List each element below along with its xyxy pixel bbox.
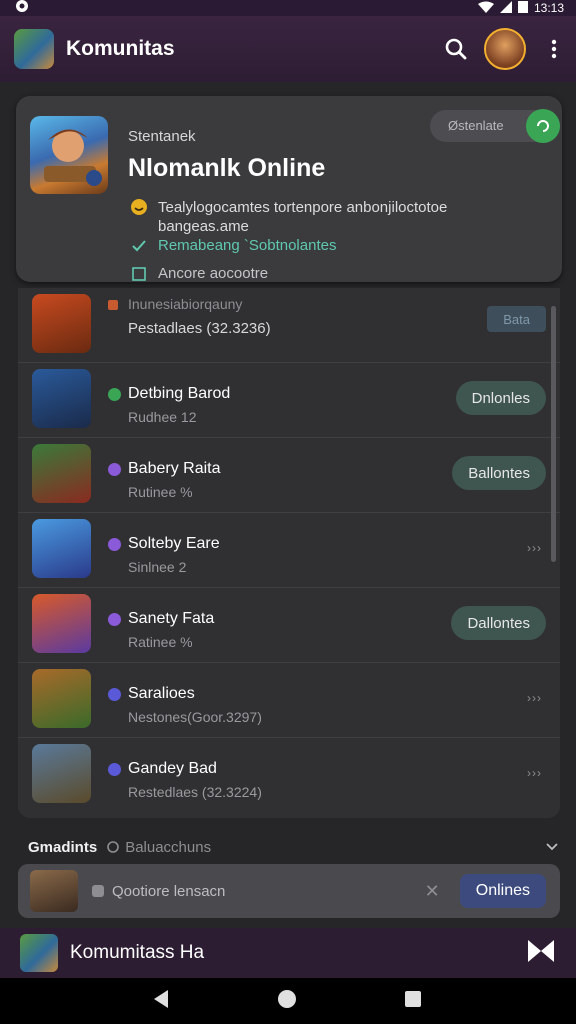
game-subtitle: Nestones(Goor.3297): [128, 709, 262, 725]
game-image: [32, 669, 91, 728]
search-icon: [445, 38, 467, 60]
list-item[interactable]: Gandey Bad Restedlaes (32.3224) ›››: [18, 738, 560, 813]
list-item[interactable]: Solteby Eare Sinlnee 2 ›››: [18, 513, 560, 588]
game-subtitle: Sinlnee 2: [128, 559, 187, 575]
game-image: [32, 294, 91, 353]
more-vert-icon: [551, 39, 557, 59]
app-logo[interactable]: [14, 29, 54, 69]
smile-icon: [130, 198, 148, 216]
chevron-down-icon[interactable]: [546, 838, 558, 855]
featured-action-line[interactable]: Ancore aocootre: [130, 265, 268, 283]
featured-status-line: Remabeang `Sobtnolantes: [130, 237, 336, 255]
game-name: Saralioes: [128, 685, 195, 702]
game-name: Solteby Eare: [128, 535, 220, 552]
list-item[interactable]: Sanety Fata Ratinee % Dallontes: [18, 588, 560, 663]
game-name: Inunesiabiorqauny: [128, 296, 243, 312]
game-action-button[interactable]: Dallontes: [451, 606, 546, 640]
page-title: Komunitas: [66, 37, 175, 60]
game-name: Detbing Barod: [128, 385, 231, 402]
status-toggle-label: Østenlate: [448, 118, 504, 133]
badge-icon: [92, 885, 104, 897]
game-list: Inunesiabiorqauny Pestadlaes (32.3236) B…: [18, 288, 560, 818]
game-image: [32, 744, 91, 803]
status-dot: [108, 300, 118, 310]
banner-text: Qootiore lensacn: [112, 882, 226, 900]
scrollbar[interactable]: [551, 306, 556, 562]
info-icon: [107, 841, 119, 853]
status-toggle[interactable]: Østenlate: [430, 109, 560, 143]
refresh-icon: [526, 109, 560, 143]
featured-game-card[interactable]: Stentanek Nlomanlk Online Østenlate Teal…: [16, 96, 562, 282]
recents-icon[interactable]: [404, 990, 422, 1013]
game-image: [32, 369, 91, 428]
status-dot: [108, 388, 121, 401]
more-options-button[interactable]: [532, 27, 576, 71]
status-dot: [108, 613, 121, 626]
featured-title: Nlomanlk Online: [128, 154, 326, 182]
game-name: Gandey Bad: [128, 760, 217, 777]
user-avatar[interactable]: [484, 28, 526, 70]
app-bar: Komunitas: [0, 16, 576, 82]
battery-icon: [517, 0, 528, 16]
game-image: [32, 594, 91, 653]
list-item[interactable]: Inunesiabiorqauny Pestadlaes (32.3236) B…: [18, 288, 560, 363]
square-icon: [130, 265, 148, 283]
section-title: Gmadints: [28, 838, 98, 856]
status-dot: [108, 463, 121, 476]
game-image: [32, 519, 91, 578]
more-icon[interactable]: ›››: [527, 541, 542, 555]
check-icon: [130, 237, 148, 255]
game-action-button[interactable]: Bata: [487, 306, 546, 332]
search-button[interactable]: [434, 27, 478, 71]
banner-action-button[interactable]: Onlines: [459, 874, 546, 908]
game-name: Babery Raita: [128, 460, 221, 477]
section-subtitle: Baluacchuns: [125, 838, 212, 856]
game-subtitle: Rudhee 12: [128, 409, 197, 425]
status-bar: 13:13: [0, 0, 576, 16]
featured-eyebrow: Stentanek: [128, 128, 196, 145]
game-action-button[interactable]: Ballontes: [452, 456, 546, 490]
status-time: 13:13: [533, 1, 564, 15]
more-icon[interactable]: ›››: [527, 766, 542, 780]
status-dot: [108, 763, 121, 776]
bowtie-icon[interactable]: [528, 939, 554, 967]
back-icon[interactable]: [153, 989, 170, 1013]
system-nav-bar: [0, 978, 576, 1024]
main-content: Stentanek Nlomanlk Online Østenlate Teal…: [0, 82, 576, 928]
promo-banner[interactable]: Qootiore lensacn ✕ Onlines: [18, 864, 560, 918]
section-header: Gmadints Baluacchuns: [28, 836, 558, 858]
game-subtitle: Rutinee %: [128, 484, 193, 500]
game-subtitle: Restedlaes (32.3224): [128, 784, 262, 800]
bottom-app-logo[interactable]: [20, 934, 58, 972]
game-subtitle: Ratinee %: [128, 634, 193, 650]
game-name: Sanety Fata: [128, 610, 215, 627]
list-item[interactable]: Babery Raita Rutinee % Ballontes: [18, 438, 560, 513]
featured-game-image: [30, 116, 108, 194]
notification-icon: [14, 0, 32, 14]
game-action-button[interactable]: Dnlonles: [455, 381, 546, 415]
banner-image: [30, 870, 78, 912]
bottom-title: Komumitass Ha: [70, 942, 205, 963]
more-icon[interactable]: ›››: [527, 691, 542, 705]
signal-icon: [499, 0, 512, 16]
list-item[interactable]: Saralioes Nestones(Goor.3297) ›››: [18, 663, 560, 738]
game-image: [32, 444, 91, 503]
home-icon[interactable]: [277, 989, 297, 1014]
game-subtitle: Pestadlaes (32.3236): [128, 320, 271, 337]
wifi-icon: [477, 1, 494, 16]
status-dot: [108, 688, 121, 701]
bottom-bar: Komumitass Ha: [0, 928, 576, 978]
featured-description: Tealylogocamtes tortenpore anbonjiloctot…: [130, 198, 508, 236]
close-icon[interactable]: ✕: [425, 881, 440, 902]
status-dot: [108, 538, 121, 551]
list-item[interactable]: Detbing Barod Rudhee 12 Dnlonles: [18, 363, 560, 438]
